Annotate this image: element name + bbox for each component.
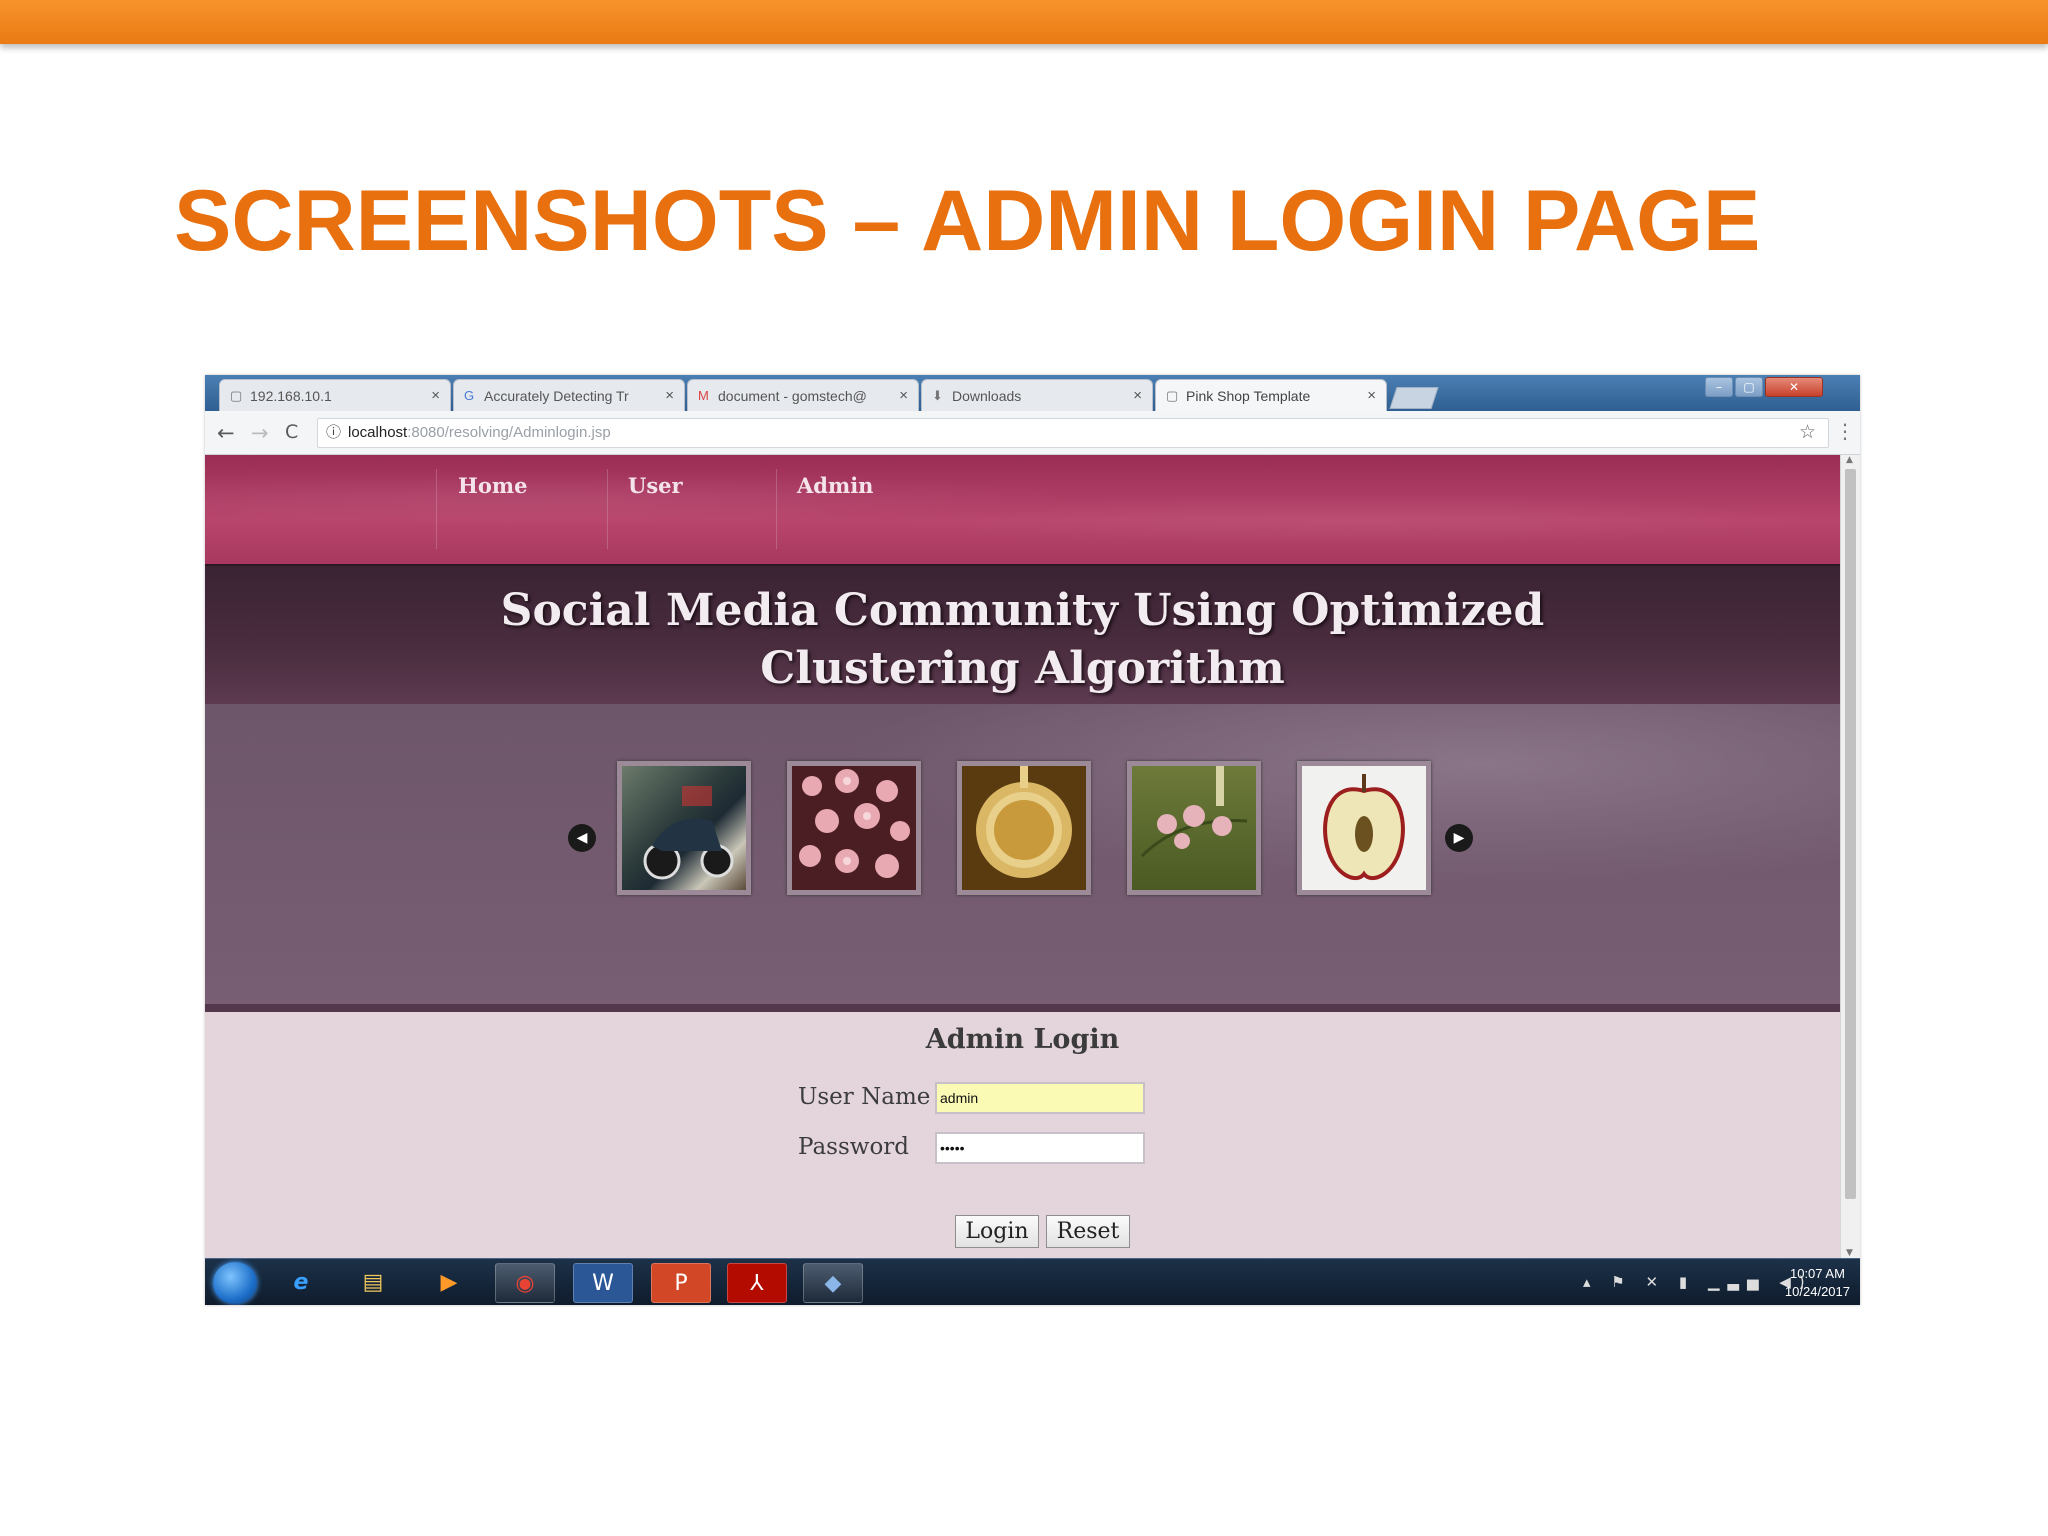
tab-label: 192.168.10.1 [250,388,332,404]
username-label: User Name [798,1084,931,1110]
gallery-next-button[interactable]: ▶ [1445,824,1473,852]
forward-icon[interactable]: → [251,421,269,445]
scroll-up-icon[interactable]: ▲ [1846,455,1853,465]
apple-icon [1323,774,1405,880]
minimize-button[interactable]: – [1705,377,1733,397]
slide: SCREENSHOTS – ADMIN LOGIN PAGE ▢ 192.168… [0,0,2048,1536]
close-icon[interactable]: × [665,387,674,404]
browser-screenshot: ▢ 192.168.10.1 × G Accurately Detecting … [205,375,1860,1305]
ie-icon[interactable]: e [271,1263,331,1303]
reload-icon[interactable]: C [285,421,298,443]
google-icon: G [464,388,475,403]
cherry-blossom-image[interactable] [787,761,921,895]
scrollbar-thumb[interactable] [1845,469,1856,1199]
login-button[interactable]: Login [955,1215,1039,1248]
nav-home[interactable]: Home [458,473,527,498]
tab-strip: ▢ 192.168.10.1 × G Accurately Detecting … [205,375,1860,411]
start-button[interactable] [213,1262,257,1304]
page-scrollbar[interactable]: ▲ ▼ [1840,455,1860,1258]
reset-button[interactable]: Reset [1046,1215,1130,1248]
tab-label: document - gomstech@ [718,388,867,404]
gallery-prev-button[interactable]: ◀ [568,824,596,852]
admin-login-form: Admin Login User Name admin Password •••… [205,1004,1840,1258]
tab-label: Pink Shop Template [1186,388,1311,404]
tab-2[interactable]: G Accurately Detecting Tr × [453,379,685,411]
site-title-line-2: Clustering Algorithm [760,643,1285,694]
back-icon[interactable]: ← [217,421,235,445]
tab-3[interactable]: M document - gomstech@ × [687,379,919,411]
slide-title: SCREENSHOTS – ADMIN LOGIN PAGE [174,173,1761,269]
close-icon[interactable]: × [431,387,440,404]
image-gallery: ◀ ▶ [205,704,1840,1004]
clock[interactable]: 10:07 AM 10/24/2017 [1785,1265,1850,1301]
tab-pink-shop-template[interactable]: ▢ Pink Shop Template × [1155,379,1387,411]
tab-4[interactable]: ⬇ Downloads × [921,379,1153,411]
maximize-button[interactable]: ▢ [1735,377,1763,397]
clock-date: 10/24/2017 [1784,1284,1850,1299]
close-icon[interactable]: × [1133,387,1142,404]
site-nav: Home User Admin [205,455,1840,564]
url-host: localhost [348,424,408,441]
page-icon: ▢ [1166,388,1179,403]
address-bar: ← → C ⓘ localhost:8080/resolving/Adminlo… [205,411,1860,455]
site-title: Social Media Community Using Optimized C… [205,582,1840,698]
coffee-cup-image[interactable] [957,761,1091,895]
windows-taskbar: e ▤ ▶ ◉ W P ⅄ ◆ ▴ ⚑ ✕ ▮ ▁▃▅ ◀) 10:07 AM … [205,1258,1860,1305]
page-icon: ▢ [230,388,243,403]
tab-label: Downloads [952,388,1022,404]
orchid-image[interactable] [1127,761,1261,895]
system-tray-icons[interactable]: ▴ ⚑ ✕ ▮ ▁▃▅ ◀) [1583,1273,1813,1291]
username-input[interactable]: admin [935,1082,1145,1114]
password-input[interactable]: ••••• [935,1132,1145,1164]
nav-divider [436,469,437,549]
clock-time: 10:07 AM [1789,1266,1845,1281]
password-label: Password [798,1134,910,1160]
scroll-down-icon[interactable]: ▼ [1846,1248,1853,1258]
tab-label: Accurately Detecting Tr [484,388,629,404]
word-icon[interactable]: W [573,1263,633,1303]
gmail-icon: M [698,388,709,403]
download-icon: ⬇ [932,388,943,403]
slide-top-bar [0,0,2048,44]
web-page: Home User Admin Social Media Community U… [205,455,1840,1258]
site-banner: Social Media Community Using Optimized C… [205,564,1840,704]
site-title-line-1: Social Media Community Using Optimized [500,585,1545,636]
menu-icon[interactable]: ⋮ [1835,419,1855,443]
blossom-icon [799,769,910,878]
nav-user[interactable]: User [628,473,683,498]
bookmark-star-icon[interactable]: ☆ [1799,419,1816,447]
url-input[interactable]: ⓘ localhost:8080/resolving/Adminlogin.js… [317,418,1829,448]
nav-admin[interactable]: Admin [797,473,873,498]
explorer-icon[interactable]: ▤ [343,1263,403,1303]
scooter-icon [643,786,734,880]
media-player-icon[interactable]: ▶ [419,1263,479,1303]
chrome-icon[interactable]: ◉ [495,1263,555,1303]
new-tab-button[interactable] [1389,387,1439,409]
acrobat-icon[interactable]: ⅄ [727,1263,787,1303]
coffee-icon [976,766,1072,878]
virtualbox-icon[interactable]: ◆ [803,1263,863,1303]
orchid-icon [1140,766,1248,858]
tab-1[interactable]: ▢ 192.168.10.1 × [219,379,451,411]
nav-divider [776,469,777,549]
close-icon[interactable]: × [899,387,908,404]
url-path: :8080/resolving/Adminlogin.jsp [407,424,611,441]
close-window-button[interactable]: ✕ [1765,377,1823,397]
close-icon[interactable]: × [1367,387,1376,404]
nav-divider [607,469,608,549]
login-heading: Admin Login [925,1024,1120,1055]
apple-image[interactable] [1297,761,1431,895]
powerpoint-icon[interactable]: P [651,1263,711,1303]
info-icon: ⓘ [326,424,342,441]
scooter-image[interactable] [617,761,751,895]
